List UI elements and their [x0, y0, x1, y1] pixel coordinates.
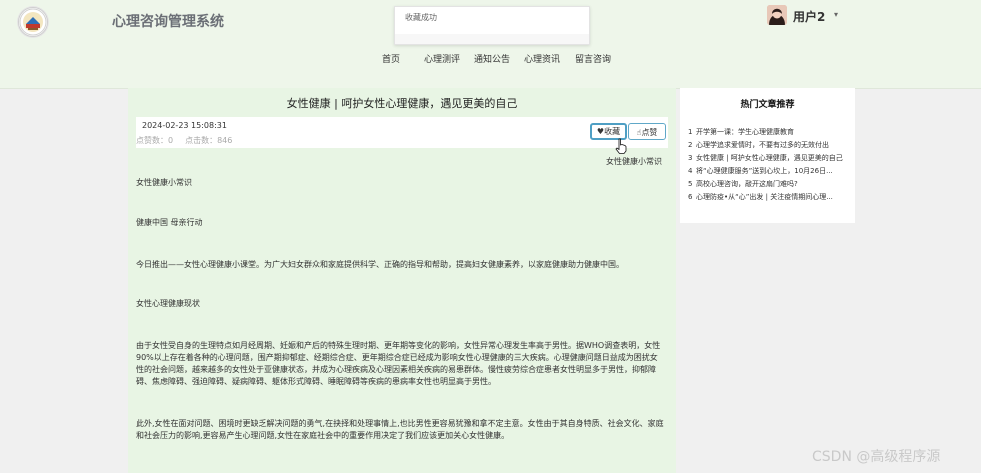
article-meta: 2024-02-23 15:08:31 点赞数：0 点击数：846 ♥收藏 ☝点赞: [136, 117, 668, 148]
heart-icon: ♥: [596, 127, 605, 136]
article-stats: 点赞数：0 点击数：846: [136, 135, 232, 146]
nav-item-assessment[interactable]: 心理测评: [424, 52, 460, 65]
list-item[interactable]: 1 开学第一课：学生心理健康教育: [688, 126, 850, 139]
article-title: 女性健康 | 呵护女性心理健康，遇见更美的自己: [286, 97, 518, 110]
list-item[interactable]: 5 高校心理咨询，敲开这扇门难吗?: [688, 178, 850, 191]
like-label: 点赞: [641, 128, 658, 137]
list-item[interactable]: 4 将“心理健康服务”送到心坎上，10月26日...: [688, 165, 850, 178]
list-item[interactable]: 2 心理学追求爱情时，不要有过多的无效付出: [688, 139, 850, 152]
hot-articles-panel: 热门文章推荐 1 开学第一课：学生心理健康教育 2 心理学追求爱情时，不要有过多的无…: [680, 88, 855, 223]
hand-cursor-icon: [615, 138, 627, 154]
paragraph: 今日推出——女性心理健康小课堂。为广大妇女群众和家庭提供科学、正确的指导和帮助，…: [136, 260, 624, 269]
like-button[interactable]: ☝点赞: [628, 123, 666, 140]
article-panel: 女性健康 | 呵护女性心理健康，遇见更美的自己 2024-02-23 15:08…: [128, 88, 676, 473]
paragraph: 女性健康小常识: [136, 178, 192, 187]
click-count: 点击数：846: [185, 136, 233, 145]
sidebar-title: 热门文章推荐: [740, 100, 795, 110]
nav-item-news[interactable]: 心理资讯: [524, 52, 560, 65]
favorite-label: 收藏: [604, 127, 621, 136]
paragraph: 此外,女性在面对问题、困境时更缺乏解决问题的勇气,在抉择和处理事情上,也比男性更…: [136, 419, 664, 440]
site-logo[interactable]: [18, 7, 48, 37]
nav-item-home[interactable]: 首页: [382, 52, 400, 65]
username[interactable]: 用户2: [793, 8, 825, 25]
site-title: 心理咨询管理系统: [112, 14, 224, 30]
user-avatar[interactable]: [767, 5, 787, 25]
toast-bottom: [395, 34, 589, 44]
hot-articles-list: 1 开学第一课：学生心理健康教育 2 心理学追求爱情时，不要有过多的无效付出 3 女性…: [688, 126, 850, 204]
list-item[interactable]: 3 女性健康 | 呵护女性心理健康，遇见更美的自己: [688, 152, 850, 165]
chevron-down-icon[interactable]: ▾: [834, 10, 838, 19]
list-item[interactable]: 6 心理防疫•从“心”出发 | 关注疫情期间心理...: [688, 191, 850, 204]
article-date: 2024-02-23 15:08:31: [142, 121, 227, 130]
paragraph: 由于女性受自身的生理特点如月经周期、妊娠和产后的特殊生理时期、更年期等变化的影响…: [136, 341, 661, 386]
toast-message: 收藏成功: [394, 6, 590, 45]
paragraph: 女性心理健康现状: [136, 299, 200, 308]
paragraph: 健康中国 母亲行动: [136, 218, 203, 227]
toast-text: 收藏成功: [405, 13, 437, 22]
like-count: 点赞数：0: [136, 136, 174, 145]
watermark: CSDN @高级程序源: [812, 449, 941, 465]
article-category: 女性健康小常识: [606, 157, 662, 166]
nav-item-notices[interactable]: 通知公告: [474, 52, 510, 65]
header: 心理咨询管理系统 收藏成功 用户2 ▾ 首页 心理测评 通知公告 心理资讯 留言…: [0, 0, 981, 89]
nav-item-consult[interactable]: 留言咨询: [575, 52, 611, 65]
